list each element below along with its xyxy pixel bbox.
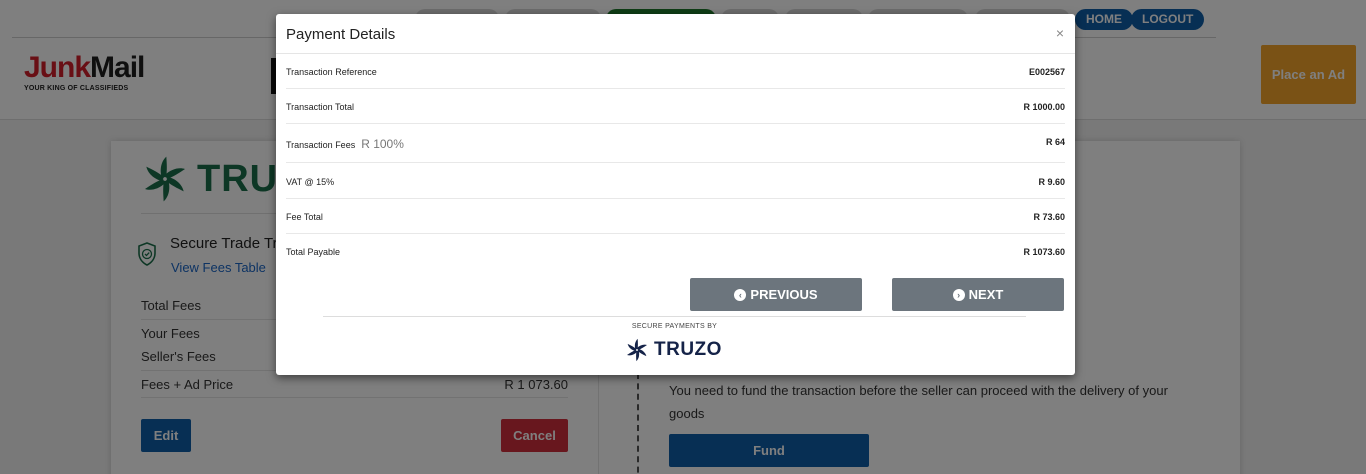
truzo-pinwheel-icon — [627, 338, 647, 362]
divider — [286, 233, 1065, 234]
payment-row-value: E002567 — [1028, 67, 1065, 77]
payment-row-value: R 1073.60 — [1023, 247, 1065, 257]
divider — [286, 162, 1065, 163]
secure-payments-caption: SECURE PAYMENTS BY — [631, 323, 718, 330]
next-button-label: NEXT — [968, 287, 1004, 302]
fee-percentage: R 100% — [361, 137, 404, 151]
payment-row-label: VAT @ 15% — [286, 177, 335, 187]
modal-title: Payment Details — [286, 26, 396, 43]
payment-details-modal: Payment Details × Transaction Reference … — [276, 14, 1075, 375]
chevron-right-circle-icon: › — [952, 288, 965, 301]
payment-row-label: Transaction Reference — [286, 67, 377, 77]
divider — [276, 53, 1075, 54]
payment-row-label: Total Payable — [286, 247, 341, 257]
chevron-left-circle-icon: ‹ — [734, 288, 747, 301]
next-button[interactable]: › NEXT — [892, 278, 1064, 311]
close-icon[interactable]: × — [1056, 25, 1064, 41]
payment-row-label: Fee Total — [286, 212, 323, 222]
payment-row-value: R 73.60 — [1033, 212, 1065, 222]
payment-row-value: R 9.60 — [1038, 177, 1065, 187]
divider — [323, 316, 1026, 317]
divider — [286, 88, 1065, 89]
previous-button-label: PREVIOUS — [750, 287, 818, 302]
truzo-wordmark: TRUZO — [654, 339, 722, 360]
payment-row-value: R 1000.00 — [1023, 102, 1065, 112]
divider — [286, 123, 1065, 124]
payment-row-label-group: Transaction Fees R 100% — [286, 137, 404, 151]
payment-row-value: R 64 — [1045, 137, 1065, 147]
truzo-logo-small: TRUZO — [625, 338, 722, 362]
payment-row-label: Transaction Total — [286, 102, 355, 112]
divider — [286, 198, 1065, 199]
payment-row-label: Transaction Fees — [286, 140, 356, 150]
previous-button[interactable]: ‹ PREVIOUS — [690, 278, 862, 311]
